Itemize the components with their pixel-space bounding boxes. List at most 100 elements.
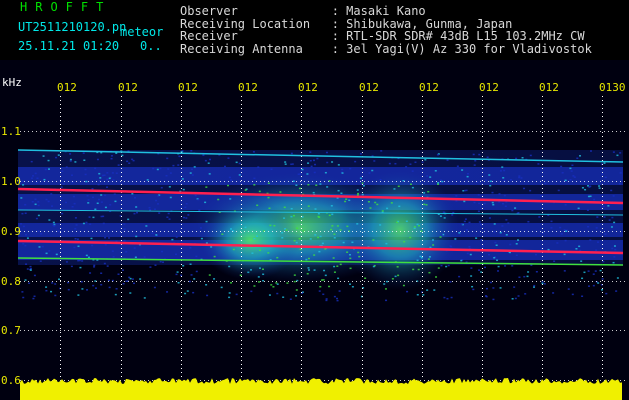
grid-dot: [241, 160, 242, 161]
grid-dot: [460, 231, 461, 232]
noise-speck: [597, 282, 600, 284]
noise-speck: [208, 274, 211, 276]
noise-speck: [100, 283, 103, 286]
noise-speck: [361, 182, 364, 184]
grid-dot: [241, 176, 242, 177]
grid-dot: [500, 131, 501, 132]
grid-dot: [362, 336, 363, 337]
noise-speck: [290, 215, 293, 218]
grid-dot: [241, 240, 242, 241]
grid-dot: [32, 330, 33, 331]
noise-speck: [295, 184, 298, 186]
grid-dot: [602, 324, 603, 325]
noise-speck: [205, 284, 208, 286]
grid-dot: [624, 330, 625, 331]
grid-dot: [596, 131, 597, 132]
grid-dot: [602, 372, 603, 373]
grid-dot: [488, 330, 489, 331]
grid-dot: [542, 224, 543, 225]
noise-speck: [432, 244, 435, 246]
grid-dot: [60, 300, 61, 301]
grid-dot: [112, 330, 113, 331]
grid-dot: [422, 160, 423, 161]
grid-dot: [121, 356, 122, 357]
noise-speck: [268, 207, 271, 210]
noise-speck: [293, 239, 296, 242]
grid-dot: [241, 204, 242, 205]
grid-dot: [362, 100, 363, 101]
grid-dot: [100, 231, 101, 232]
grid-dot: [422, 112, 423, 113]
noise-speck: [488, 253, 491, 256]
noise-speck: [48, 250, 51, 252]
grid-dot: [181, 200, 182, 201]
grid-dot: [602, 124, 603, 125]
noise-speck: [533, 286, 536, 288]
noise-speck: [511, 209, 514, 212]
grid-dot: [362, 132, 363, 133]
grid-dot: [300, 380, 301, 381]
noise-speck: [505, 234, 508, 236]
noise-speck: [425, 204, 428, 206]
noise-speck: [178, 155, 181, 158]
grid-dot: [524, 281, 525, 282]
grid-dot: [542, 192, 543, 193]
grid-dot: [602, 128, 603, 129]
grid-dot: [280, 380, 281, 381]
grid-dot: [121, 300, 122, 301]
grid-dot: [140, 281, 141, 282]
grid-dot: [241, 128, 242, 129]
noise-speck: [488, 174, 491, 176]
noise-speck: [127, 218, 130, 221]
grid-dot: [544, 231, 545, 232]
grid-dot: [181, 140, 182, 141]
grid-dot: [616, 131, 617, 132]
grid-dot: [482, 328, 483, 329]
grid-dot: [542, 184, 543, 185]
grid-dot: [412, 231, 413, 232]
grid-dot: [482, 376, 483, 377]
grid-dot: [456, 231, 457, 232]
grid-dot: [482, 216, 483, 217]
noise-speck: [499, 287, 502, 289]
noise-speck: [331, 213, 334, 216]
grid-dot: [482, 180, 483, 181]
grid-dot: [280, 181, 281, 182]
noise-speck: [182, 264, 185, 267]
grid-dot: [568, 281, 569, 282]
grid-dot: [422, 224, 423, 225]
noise-speck: [309, 151, 312, 153]
noise-speck: [561, 172, 564, 174]
grid-dot: [542, 276, 543, 277]
grid-dot: [584, 281, 585, 282]
grid-dot: [76, 281, 77, 282]
grid-dot: [362, 312, 363, 313]
grid-dot: [616, 281, 617, 282]
grid-dot: [181, 336, 182, 337]
grid-dot: [460, 330, 461, 331]
noise-speck: [206, 294, 209, 297]
grid-dot: [80, 131, 81, 132]
grid-dot: [220, 231, 221, 232]
noise-speck: [456, 165, 459, 167]
noise-speck: [316, 157, 319, 160]
noise-speck: [351, 286, 354, 288]
grid-dot: [148, 281, 149, 282]
grid-dot: [240, 281, 241, 282]
grid-dot: [588, 281, 589, 282]
noise-speck: [94, 167, 97, 170]
grid-dot: [482, 252, 483, 253]
grid-dot: [362, 284, 363, 285]
noise-speck: [595, 227, 598, 229]
grid-dot: [542, 164, 543, 165]
grid-dot: [88, 181, 89, 182]
grid-dot: [392, 181, 393, 182]
noise-speck: [306, 272, 309, 275]
grid-dot: [422, 300, 423, 301]
grid-dot: [88, 231, 89, 232]
grid-dot: [592, 181, 593, 182]
grid-dot: [602, 232, 603, 233]
grid-dot: [196, 231, 197, 232]
grid-dot: [276, 281, 277, 282]
noise-speck: [121, 154, 124, 157]
